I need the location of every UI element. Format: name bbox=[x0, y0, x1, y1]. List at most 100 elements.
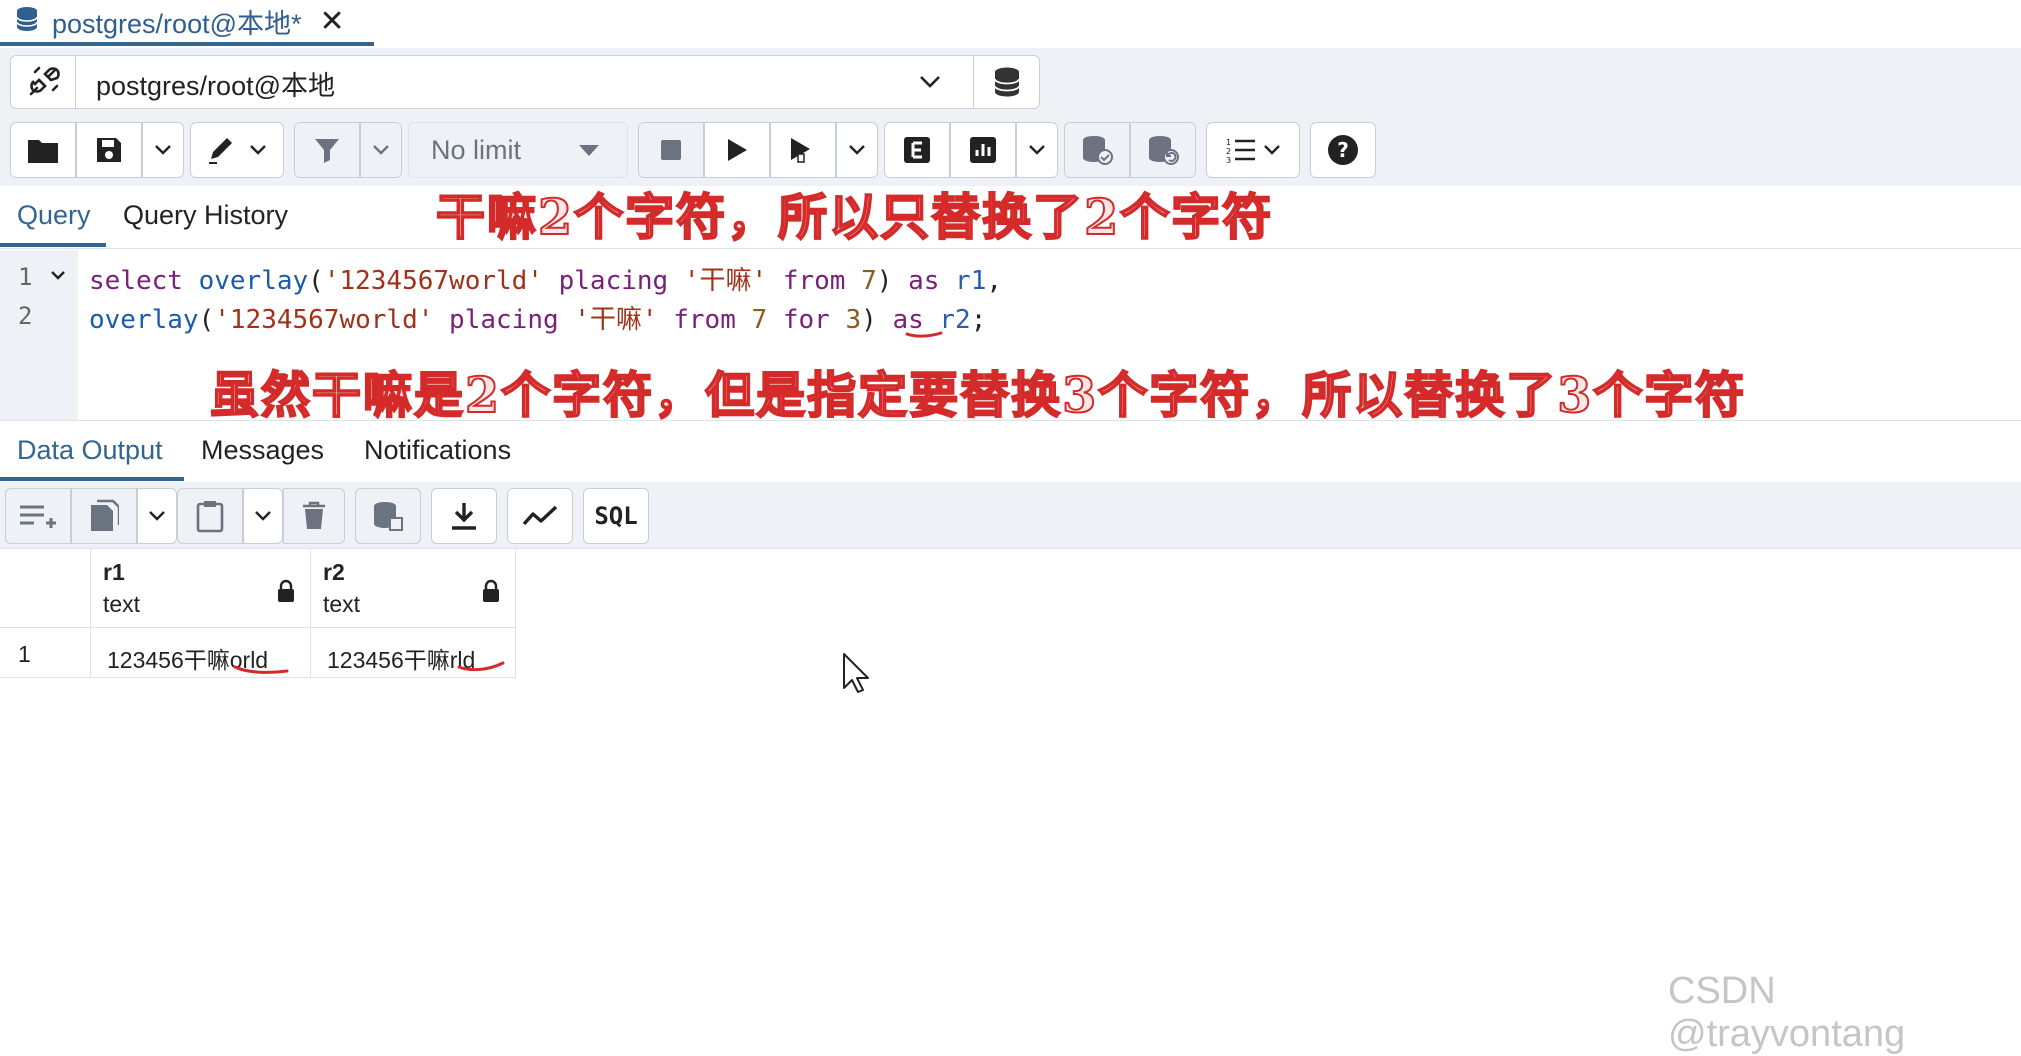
database-save-icon bbox=[374, 502, 403, 531]
rollback-button[interactable] bbox=[1130, 122, 1196, 178]
database-icon bbox=[14, 5, 40, 38]
column-type: text bbox=[103, 591, 141, 617]
explain-icon bbox=[904, 137, 930, 163]
watermark: CSDN @trayvontang bbox=[1668, 970, 1906, 1055]
edit-button[interactable] bbox=[190, 122, 284, 178]
tab-query-history[interactable]: Query History bbox=[123, 200, 288, 231]
fold-chevron-icon[interactable] bbox=[50, 270, 66, 282]
execute-script-button[interactable] bbox=[770, 122, 836, 178]
save-button[interactable] bbox=[76, 122, 142, 178]
code-line-2[interactable]: overlay('1234567world' placing '干嘛' from… bbox=[89, 299, 986, 336]
cell-value: 123456干嘛rld bbox=[327, 647, 476, 673]
open-file-button[interactable] bbox=[10, 122, 76, 178]
commit-button[interactable] bbox=[1064, 122, 1130, 178]
download-button[interactable] bbox=[431, 488, 497, 544]
chevron-down-icon[interactable] bbox=[910, 62, 950, 102]
row-number-cell[interactable]: 1 bbox=[0, 628, 91, 678]
paste-options-button[interactable] bbox=[243, 488, 283, 544]
caret-down-icon bbox=[579, 145, 599, 156]
stop-icon bbox=[661, 140, 681, 160]
line-chart-icon bbox=[522, 505, 558, 526]
grid-corner bbox=[0, 549, 91, 628]
red-underline bbox=[233, 665, 289, 674]
column-header-r2[interactable]: r2 text bbox=[311, 549, 516, 628]
help-icon: ? bbox=[1328, 135, 1358, 165]
svg-text:3: 3 bbox=[1226, 156, 1231, 164]
red-underline bbox=[457, 661, 505, 672]
lock-icon bbox=[278, 579, 294, 602]
add-row-icon bbox=[20, 505, 56, 528]
connection-label: postgres/root@本地 bbox=[96, 71, 335, 101]
chevron-down-icon bbox=[255, 511, 271, 521]
line-number: 2 bbox=[18, 302, 33, 330]
delete-button[interactable] bbox=[283, 488, 345, 544]
plug-icon[interactable] bbox=[10, 55, 76, 109]
paste-button[interactable] bbox=[177, 488, 243, 544]
column-name: r1 bbox=[103, 559, 125, 585]
macros-button[interactable]: 123 bbox=[1206, 122, 1300, 178]
play-icon bbox=[728, 139, 747, 161]
column-name: r2 bbox=[323, 559, 345, 585]
copy-button[interactable] bbox=[71, 488, 137, 544]
close-icon[interactable]: ✕ bbox=[320, 4, 345, 39]
help-button[interactable]: ? bbox=[1310, 122, 1376, 178]
explain-analyze-button[interactable] bbox=[950, 122, 1016, 178]
chevron-down-icon bbox=[1264, 145, 1280, 155]
document-tab-title: postgres/root@本地* bbox=[52, 8, 302, 39]
explain-options-button[interactable] bbox=[1016, 122, 1058, 178]
editor-gutter bbox=[0, 250, 78, 420]
execute-button[interactable] bbox=[704, 122, 770, 178]
save-options-button[interactable] bbox=[142, 122, 184, 178]
column-type: text bbox=[323, 591, 361, 617]
active-output-tab-indicator bbox=[0, 477, 184, 481]
trash-icon bbox=[303, 501, 325, 529]
column-header-r1[interactable]: r1 text bbox=[91, 549, 311, 628]
row-number: 1 bbox=[18, 641, 31, 667]
database-undo-icon bbox=[1149, 136, 1179, 165]
chevron-down-icon bbox=[849, 145, 865, 155]
stop-button[interactable] bbox=[638, 122, 704, 178]
filter-icon bbox=[315, 139, 339, 163]
active-tab-indicator bbox=[0, 243, 106, 247]
pencil-icon bbox=[209, 138, 232, 164]
document-tab[interactable]: postgres/root@本地* ✕ bbox=[0, 0, 374, 46]
annotation-bottom: 虽然干嘛是2个字符，但是指定要替换3个字符，所以替换了3个字符 bbox=[209, 365, 1747, 425]
svg-text:2: 2 bbox=[1226, 147, 1231, 156]
save-icon bbox=[97, 138, 121, 162]
filter-options-button[interactable] bbox=[360, 122, 402, 178]
tab-data-output[interactable]: Data Output bbox=[17, 435, 163, 466]
chevron-down-icon bbox=[373, 145, 389, 155]
code-line-1[interactable]: select overlay('1234567world' placing '干… bbox=[89, 260, 1002, 297]
numbered-list-icon: 123 bbox=[1226, 138, 1255, 164]
add-row-button[interactable] bbox=[5, 488, 71, 544]
chart-bar-icon bbox=[970, 137, 996, 163]
database-connect-icon[interactable] bbox=[973, 55, 1040, 109]
sql-button[interactable]: SQL bbox=[583, 488, 649, 544]
annotation-top: 干嘛2个字符，所以只替换了2个字符 bbox=[435, 187, 1274, 247]
play-script-icon bbox=[791, 138, 810, 163]
chevron-down-icon bbox=[155, 145, 171, 155]
chevron-down-icon bbox=[1029, 145, 1045, 155]
line-number: 1 bbox=[18, 263, 33, 291]
paste-icon bbox=[196, 501, 224, 533]
chevron-down-icon bbox=[250, 145, 266, 155]
copy-options-button[interactable] bbox=[137, 488, 177, 544]
chevron-down-icon bbox=[149, 511, 165, 521]
tab-query[interactable]: Query bbox=[17, 200, 91, 231]
graph-visualiser-button[interactable] bbox=[507, 488, 573, 544]
row-limit-select[interactable]: No limit bbox=[408, 122, 628, 178]
tab-notifications[interactable]: Notifications bbox=[364, 435, 511, 466]
filter-button[interactable] bbox=[294, 122, 360, 178]
download-icon bbox=[452, 503, 476, 530]
database-check-icon bbox=[1083, 136, 1113, 165]
lock-icon bbox=[483, 579, 499, 602]
copy-icon bbox=[91, 499, 119, 531]
svg-text:1: 1 bbox=[1226, 138, 1231, 147]
execute-options-button[interactable] bbox=[836, 122, 878, 178]
red-underline bbox=[905, 331, 943, 338]
save-data-button[interactable] bbox=[355, 488, 421, 544]
tab-messages[interactable]: Messages bbox=[201, 435, 324, 466]
explain-button[interactable] bbox=[884, 122, 950, 178]
folder-icon bbox=[28, 140, 58, 163]
mouse-pointer-icon bbox=[843, 653, 869, 693]
